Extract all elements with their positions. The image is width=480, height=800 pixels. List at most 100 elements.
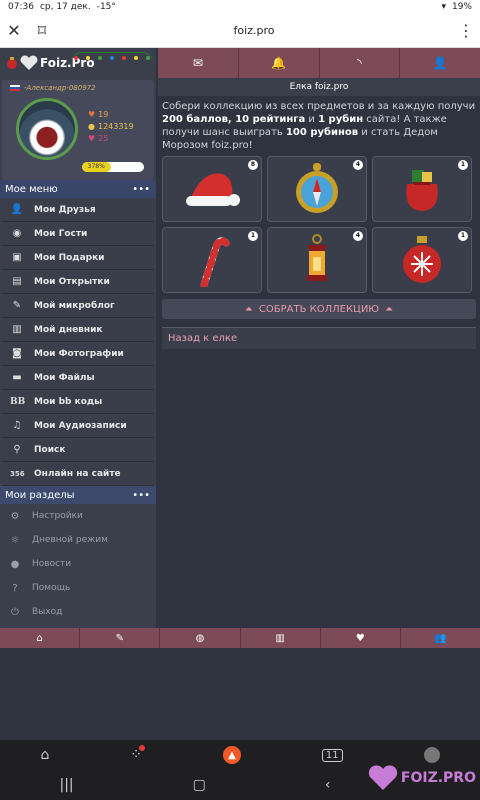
home-icon[interactable]: ⌂ [0,628,81,648]
apps-icon[interactable]: ⁘ [130,745,145,763]
menu-friends[interactable]: 👤 Мои Друзья [2,198,154,222]
bauble-icon [403,236,441,283]
tabs-icon[interactable]: 11 [321,748,343,762]
coins-icon: ● [88,122,95,131]
browser-toolbar: ✕ ⌑ foiz.pro ⋮ [0,14,480,48]
page: Foiz.Pro -Александр-080972 ♥ 19 ● 124331… [0,48,480,740]
item-count: 8 [248,160,258,170]
home-outline-icon[interactable]: ⌂ [40,747,49,763]
progress-fill: 378% [82,162,111,172]
top-nav: ✉ 🔔 ◝ 👤 [158,48,480,78]
hearts-icon: ♥ [88,134,96,143]
menu-diary[interactable]: ▥ Мой дневник [2,318,154,342]
arrow-up-icon: ⏶ [244,303,253,315]
folder-icon: ▬ [12,372,22,383]
section-help[interactable]: ? Помощь [0,576,156,600]
help-icon: ? [12,582,18,594]
menu-cards[interactable]: ▤ Мои Открытки [2,270,154,294]
book-icon: ▥ [12,324,22,335]
item-compass[interactable]: 4 [267,156,367,222]
url-bar[interactable]: foiz.pro [56,24,452,37]
item-count: 1 [458,231,468,241]
collection-intro: Собери коллекцию из всех предметов и за … [162,101,476,151]
status-date: ср, 17 дек. [39,2,91,12]
compass-icon [296,163,338,213]
wifi-icon: ▾ [441,2,446,12]
heart-icon[interactable]: ♥ [321,628,401,648]
gift-icon: ▣ [12,252,22,263]
camera-icon: ◙ [12,348,22,359]
chat-icon[interactable]: ◍ [160,628,241,648]
back-icon[interactable]: ‹ [325,777,331,793]
garland-decoration [70,52,154,64]
avatar[interactable] [16,98,78,160]
candy-cane-icon [200,237,230,287]
item-santa-hat[interactable]: 8 [162,156,262,222]
sidebar: Foiz.Pro -Александр-080972 ♥ 19 ● 124331… [0,48,156,628]
edit-icon: ✎ [12,300,22,311]
bell-icon[interactable]: 🔔 [239,48,320,78]
menu-header[interactable]: Мое меню ••• [0,180,156,198]
book-icon[interactable]: ▥ [241,628,321,648]
heart-shield-icon: ♥ [88,110,96,119]
arrow-up-icon: ⏶ [385,303,394,315]
watermark-text: FOIZ.PRO [400,770,476,786]
item-lantern[interactable]: 4 [267,227,367,293]
recents-icon[interactable]: ||| [60,777,74,793]
section-news[interactable]: ● Новости [0,552,156,576]
home-nav-icon[interactable]: ▢ [193,777,206,793]
users-icon[interactable]: 👥 [401,628,480,648]
back-to-tree-link[interactable]: Назад к елке [162,327,476,349]
menu-audio[interactable]: ♫ Мои Аудиозаписи [2,414,154,438]
level-progress: 378% [82,162,144,172]
item-gift-sack[interactable]: 1 [372,156,472,222]
item-candy-cane[interactable]: 1 [162,227,262,293]
eye-icon: ◉ [12,228,22,239]
bookmark-icon[interactable]: ⌑ [28,17,56,45]
likes-stat: ♥ 25 [88,134,108,143]
sections-title: Мои разделы [5,489,75,501]
mail-icon[interactable]: ✉ [158,48,239,78]
menu-search[interactable]: ⚲ Поиск [2,438,154,462]
profile-icon[interactable]: 👤 [400,48,480,78]
collection-grid: 8 4 1 1 4 1 [158,156,480,293]
section-settings[interactable]: ⚙ Настройки [0,504,156,528]
alice-icon[interactable]: ▲ [222,746,241,764]
menu-guests[interactable]: ◉ Мои Гости [2,222,154,246]
menu-files[interactable]: ▬ Мои Файлы [2,366,154,390]
item-count: 4 [353,231,363,241]
menu-online[interactable]: 356 Онлайн на сайте [2,462,154,486]
section-day-mode[interactable]: ☼ Дневной режим [0,528,156,552]
main-content: ✉ 🔔 ◝ 👤 Елка foiz.pro Собери коллекцию и… [158,48,480,628]
menu-microblog[interactable]: ✎ Мой микроблог [2,294,154,318]
globe-icon: ● [10,558,20,570]
rss-icon[interactable]: ◝ [320,48,401,78]
sun-icon: ☼ [10,534,20,546]
more-icon: ••• [132,183,150,195]
coins-value: 1243319 [97,122,134,131]
my-sections: ⚙ Настройки ☼ Дневной режим ● Новости ? Помо… [0,504,156,624]
menu-photos[interactable]: ◙ Мои Фотографии [2,342,154,366]
collect-collection-button[interactable]: ⏶ СОБРАТЬ КОЛЛЕКЦИЮ ⏶ [162,299,476,319]
menu-gifts[interactable]: ▣ Мои Подарки [2,246,154,270]
close-icon[interactable]: ✕ [0,17,28,45]
likes-value: 25 [98,134,109,143]
foiz-watermark: FOIZ.PRO [368,764,476,792]
santa-hat-icon [186,173,240,206]
item-count: 1 [458,160,468,170]
online-icon: 356 [10,469,25,478]
status-temp: -15° [96,2,116,12]
sections-header[interactable]: Мои разделы ••• [0,486,156,504]
heart-logo-icon [368,765,398,790]
account-avatar-icon[interactable] [423,747,440,763]
bottom-nav: ⌂ ✎ ◍ ▥ ♥ 👥 [0,628,480,648]
status-bar: 07:36 ср, 17 дек. -15° ▾ 19% [0,0,480,14]
username[interactable]: -Александр-080972 [24,84,96,92]
menu-title: Мое меню [5,183,58,195]
menu-bbcodes[interactable]: BB Мои bb коды [2,390,154,414]
section-logout[interactable]: ⏻ Выход [0,600,156,624]
pencil-icon[interactable]: ✎ [80,628,161,648]
more-icon[interactable]: ⋮ [452,17,480,45]
item-bauble[interactable]: 1 [372,227,472,293]
status-time: 07:36 [8,2,34,12]
